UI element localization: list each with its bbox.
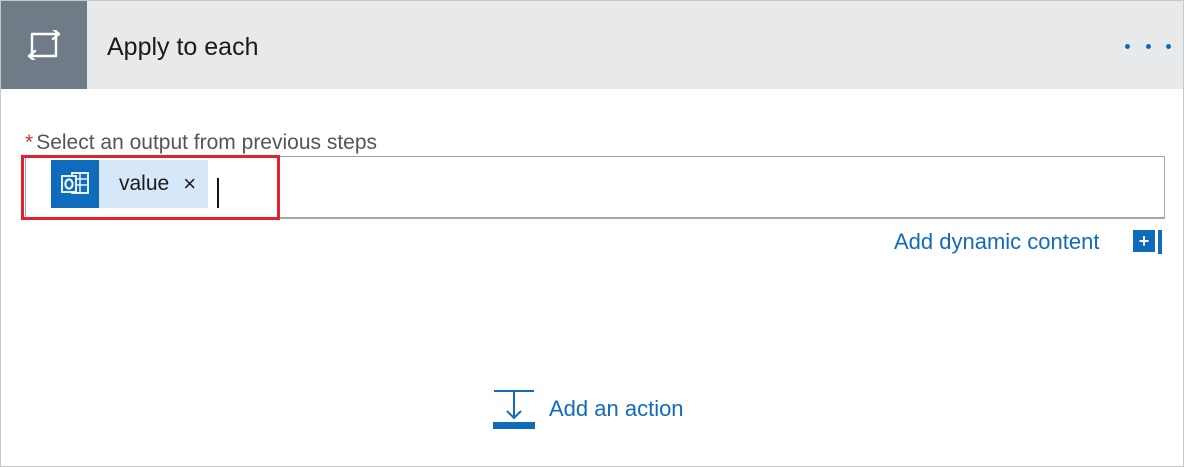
add-action-button[interactable]: Add an action [493, 389, 684, 429]
more-options-icon [1125, 43, 1130, 49]
loop-icon [27, 30, 61, 60]
apply-to-each-card: Apply to each * Select an output from pre… [0, 0, 1184, 467]
field-label: * Select an output from previous steps [25, 130, 377, 156]
add-action-icon [493, 390, 535, 429]
field-label-text: Select an output from previous steps [36, 131, 378, 154]
card-header[interactable]: Apply to each [1, 1, 1183, 89]
outlook-icon [61, 172, 89, 194]
add-dynamic-content-button[interactable]: + [1133, 230, 1155, 252]
dynamic-token[interactable]: value × [51, 160, 209, 208]
token-label: value [119, 172, 170, 195]
card-title: Apply to each [107, 33, 259, 61]
dynamic-content-divider [1158, 230, 1162, 254]
output-input[interactable]: value × [25, 156, 1165, 219]
add-dynamic-content-link[interactable]: Add dynamic content [894, 228, 1099, 256]
token-icon-box [51, 160, 99, 208]
more-options-icon [1166, 43, 1171, 49]
required-marker: * [25, 131, 34, 154]
more-options-button[interactable] [1125, 31, 1171, 61]
header-icon-box [1, 1, 87, 89]
token-remove-button[interactable]: × [183, 173, 208, 195]
add-action-label: Add an action [549, 396, 684, 421]
more-options-icon [1145, 43, 1151, 49]
text-caret [217, 178, 219, 208]
